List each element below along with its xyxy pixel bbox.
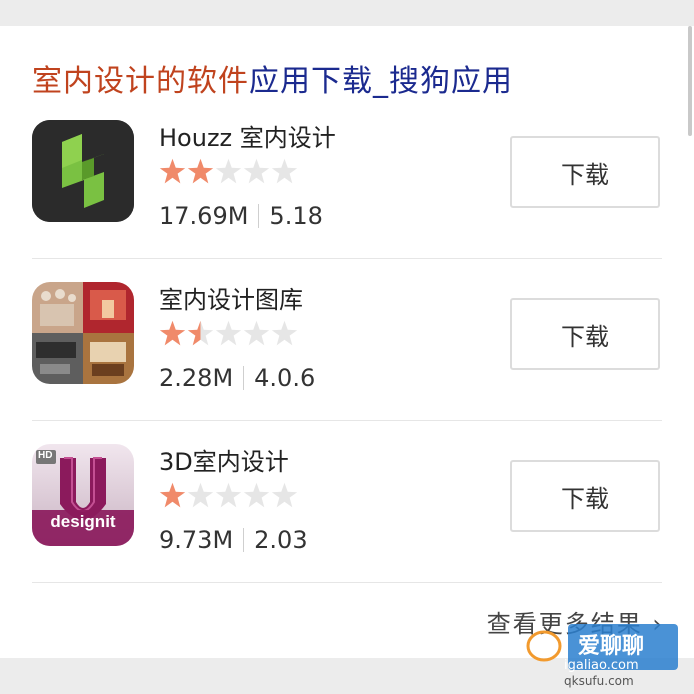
download-button[interactable]: 下载 [510, 298, 660, 370]
star-icon [215, 158, 242, 184]
star-icon [271, 482, 298, 508]
result-title-link[interactable]: 室内设计的软件应用下载_搜狗应用 [32, 56, 513, 100]
download-button[interactable]: 下载 [510, 136, 660, 208]
app-meta: 2.28M 4.0.6 [159, 364, 315, 392]
app-meta: 9.73M 2.03 [159, 526, 308, 554]
star-icon [159, 482, 186, 508]
app-name: 室内设计图库 [159, 286, 303, 314]
app-item-3d-interior[interactable]: HD designit 3D室内设计 9.73M 2.03 下载 [32, 442, 662, 582]
houzz-app-icon [32, 120, 134, 222]
designit-label: designit [50, 512, 116, 531]
app-item-houzz[interactable]: Houzz 室内设计 17.69M 5.18 下载 [32, 118, 662, 258]
star-icon [271, 158, 298, 184]
star-icon [159, 158, 186, 184]
app-name: 3D室内设计 [159, 448, 289, 476]
rating-stars [159, 320, 299, 347]
meta-divider [258, 204, 260, 228]
app-meta: 17.69M 5.18 [159, 202, 323, 230]
hd-badge: HD [38, 450, 53, 461]
divider [32, 258, 662, 259]
star-icon [271, 320, 298, 346]
divider [32, 420, 662, 421]
rating-stars [159, 482, 299, 509]
app-version: 5.18 [269, 202, 323, 230]
star-icon [243, 158, 270, 184]
star-icon [187, 158, 214, 184]
designit-app-icon: HD designit [32, 444, 134, 546]
watermark: 爱聊聊 igaliao.com qksufu.com [504, 612, 684, 690]
meta-divider [243, 366, 245, 390]
app-name: Houzz 室内设计 [159, 124, 336, 152]
title-highlight: 室内设计的软件 [32, 64, 249, 99]
app-item-interior-gallery[interactable]: 室内设计图库 2.28M 4.0.6 下载 [32, 280, 662, 420]
app-version: 2.03 [254, 526, 308, 554]
app-size: 17.69M [159, 202, 249, 230]
app-size: 9.73M [159, 526, 234, 554]
rating-stars [159, 158, 299, 185]
app-size: 2.28M [159, 364, 234, 392]
star-icon [159, 320, 186, 346]
star-icon [215, 482, 242, 508]
search-result-card: 室内设计的软件应用下载_搜狗应用 Houzz 室内设计 17.69M 5.18 [0, 26, 694, 658]
watermark-title: 爱聊聊 [578, 634, 645, 659]
star-icon [243, 320, 270, 346]
star-icon [187, 482, 214, 508]
watermark-url-2: qksufu.com [564, 674, 634, 688]
download-button[interactable]: 下载 [510, 460, 660, 532]
app-version: 4.0.6 [254, 364, 316, 392]
scrollbar[interactable] [688, 26, 692, 136]
star-icon [215, 320, 242, 346]
title-rest: 应用下载_搜狗应用 [249, 64, 513, 99]
star-icon [243, 482, 270, 508]
meta-divider [243, 528, 245, 552]
watermark-url: igaliao.com [564, 658, 639, 673]
divider [32, 582, 662, 583]
gallery-app-icon [32, 282, 134, 384]
star-half-icon [187, 320, 214, 346]
